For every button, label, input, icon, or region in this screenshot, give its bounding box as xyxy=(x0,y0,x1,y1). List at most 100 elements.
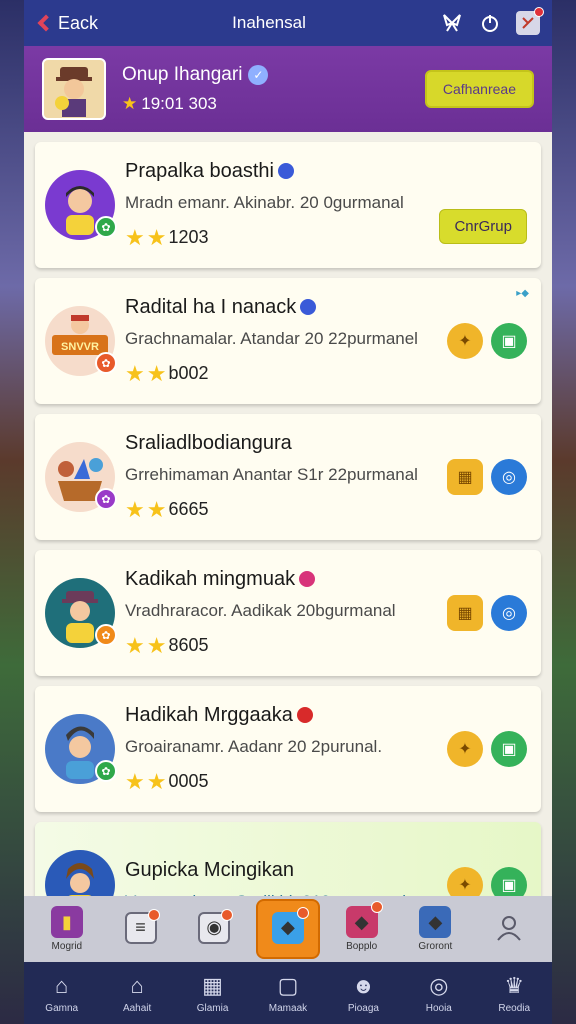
avatar: SNVVR ✿ xyxy=(45,306,117,376)
group-avatar[interactable] xyxy=(42,58,106,120)
notification-icon[interactable] xyxy=(516,7,544,35)
coin-icon[interactable]: ✦ xyxy=(447,323,483,359)
member-name-text: Radital ha I nanack xyxy=(125,295,297,318)
join-group-button[interactable]: CnrGrup xyxy=(439,209,527,244)
toolbar-label: Mogrid xyxy=(51,941,83,952)
nav-item-messages[interactable]: ▢ Mamaak xyxy=(253,973,323,1014)
star-icon: ★ xyxy=(146,632,167,658)
member-actions: ✦ ▣ xyxy=(447,323,527,359)
toolbar-label: Groront xyxy=(418,941,453,952)
notification-dot xyxy=(296,906,309,919)
member-name: Prapalka boasthi xyxy=(125,160,531,183)
member-name: Sraliadlbodiangura xyxy=(125,432,531,455)
member-stars-value: 0005 xyxy=(168,771,209,791)
toolbar-item-notes[interactable]: ≡ xyxy=(109,908,173,947)
nav-item-calendar[interactable]: ▦ Glamia xyxy=(178,973,248,1014)
app-frame: Eack Inahensal Onup Ihangari ✓ ★ 19:01 3… xyxy=(24,0,552,1024)
member-name-text: Hadikah Mrggaaka xyxy=(125,703,293,726)
toolbar-item-settings[interactable]: ◉ xyxy=(182,908,246,947)
member-name-text: Gupicka Mcingikan xyxy=(125,858,294,881)
list-item[interactable]: ✿ Hadikah Mrggaaka Groairanamr. Aadanr 2… xyxy=(35,686,541,812)
chat-icon[interactable]: ▣ xyxy=(491,323,527,359)
house-icon: ⌂ xyxy=(130,972,144,998)
member-name-text: Sraliadlbodiangura xyxy=(125,431,292,454)
nav-item-people[interactable]: ☻ Pioaga xyxy=(328,973,398,1014)
cube-icon: ◆ xyxy=(271,906,309,944)
member-name: Hadikah Mrggaaka xyxy=(125,704,531,727)
people-icon: ☻ xyxy=(351,972,375,998)
toolbar-item-active[interactable]: ◆ xyxy=(255,899,320,959)
nav-item-explore[interactable]: ◎ Hooia xyxy=(404,973,474,1014)
member-actions: ▦ ◎ xyxy=(447,595,527,631)
nav-item-home[interactable]: ⌂ Gamna xyxy=(27,973,97,1014)
list-item[interactable]: ✿ Sraliadlbodiangura Grrehimaman Anantar… xyxy=(35,414,541,540)
member-actions: ✦ ▣ xyxy=(447,731,527,767)
toolbar-item-profile[interactable] xyxy=(477,912,541,947)
gift-box-icon[interactable]: ▦ xyxy=(447,459,483,495)
background-right xyxy=(550,0,576,1024)
nav-label: Reodia xyxy=(498,1002,531,1014)
group-score: ★ 19:01 303 xyxy=(122,94,409,114)
nav-item-rewards[interactable]: ♛ Reodia xyxy=(479,973,549,1014)
cube-icon: ◆ xyxy=(345,901,383,938)
avatar: ✿ xyxy=(45,578,117,648)
member-stars: ★ ★ 8605 xyxy=(125,633,531,659)
notification-dot xyxy=(221,908,234,921)
star-icon: ★ xyxy=(146,496,167,522)
calendar-icon: ▦ xyxy=(202,972,223,998)
chat-icon[interactable]: ◎ xyxy=(491,595,527,631)
star-icon: ★ xyxy=(125,632,145,658)
butterfly-icon[interactable] xyxy=(440,11,464,35)
list-item[interactable]: ✿ Kadikah mingmuak Vradhraracor. Aadikak… xyxy=(35,550,541,676)
chevron-left-icon xyxy=(37,14,55,32)
star-icon: ★ xyxy=(146,768,167,794)
group-score-value: 19:01 303 xyxy=(141,94,217,113)
badge-icon: ✿ xyxy=(95,216,117,238)
toolbar-item-groront[interactable]: ◆ Groront xyxy=(403,906,467,952)
group-name-text: Onup Ihangari xyxy=(122,64,243,85)
notes-icon: ≡ xyxy=(124,908,160,944)
nav-label: Aahait xyxy=(122,1002,152,1014)
member-stars: ★ ★ 0005 xyxy=(125,769,531,795)
toolbar-item-mogrid[interactable]: ▮ Mogrid xyxy=(35,906,99,952)
member-stars-value: b002 xyxy=(168,363,209,383)
gift-box-icon[interactable]: ▦ xyxy=(447,595,483,631)
star-icon: ★ xyxy=(125,768,145,794)
book-icon: ▮ xyxy=(50,906,83,938)
compass-icon: ◎ xyxy=(429,972,449,998)
group-banner: Onup Ihangari ✓ ★ 19:01 303 Cafhanreae xyxy=(24,46,552,132)
member-name-text: Kadikah mingmuak xyxy=(125,567,296,590)
member-name-text: Prapalka boasthi xyxy=(125,159,274,182)
badge-icon: ✿ xyxy=(95,488,117,510)
play-icon: ▸◆ xyxy=(516,288,529,299)
back-label: Eack xyxy=(58,12,99,33)
list-item[interactable]: ▸◆ SNVVR ✿ Radital ha I nanack Grachnama… xyxy=(35,278,541,404)
star-icon: ★ xyxy=(146,224,167,250)
group-name: Onup Ihangari ✓ xyxy=(122,64,409,86)
status-dot-icon xyxy=(300,299,317,315)
back-button[interactable]: Eack xyxy=(36,13,98,34)
page-title: Inahensal xyxy=(232,13,306,32)
chat-icon[interactable]: ◎ xyxy=(491,459,527,495)
toolbar-item-bopplo[interactable]: ◆ Bopplo xyxy=(330,901,394,952)
controls-icon: ◉ xyxy=(198,908,234,944)
star-icon: ★ xyxy=(125,496,145,522)
cube-icon: ◆ xyxy=(419,906,452,938)
notification-dot xyxy=(147,908,160,921)
star-icon: ★ xyxy=(146,360,167,386)
member-actions: ▦ ◎ xyxy=(447,459,527,495)
list-item[interactable]: ✿ Prapalka boasthi Mradn emanr. Akinabr.… xyxy=(35,142,541,268)
coin-icon[interactable]: ✦ xyxy=(447,731,483,767)
nav-item-village[interactable]: ⌂ Aahait xyxy=(102,973,172,1014)
verified-icon: ✓ xyxy=(248,65,269,85)
notification-dot xyxy=(534,7,544,17)
badge-icon: ✿ xyxy=(95,352,117,374)
game-toolbar: ▮ Mogrid ≡ ◉ ◆ ◆ Bopplo ◆ Groront xyxy=(24,896,552,962)
chat-icon[interactable]: ▣ xyxy=(491,731,527,767)
power-icon[interactable] xyxy=(478,11,502,35)
home-icon: ⌂ xyxy=(55,972,69,998)
avatar: ✿ xyxy=(45,714,117,784)
badge-icon: ✿ xyxy=(95,624,117,646)
banner-action-button[interactable]: Cafhanreae xyxy=(424,70,534,108)
bottom-nav: ⌂ Gamna ⌂ Aahait ▦ Glamia ▢ Mamaak ☻ Pio… xyxy=(24,962,552,1024)
